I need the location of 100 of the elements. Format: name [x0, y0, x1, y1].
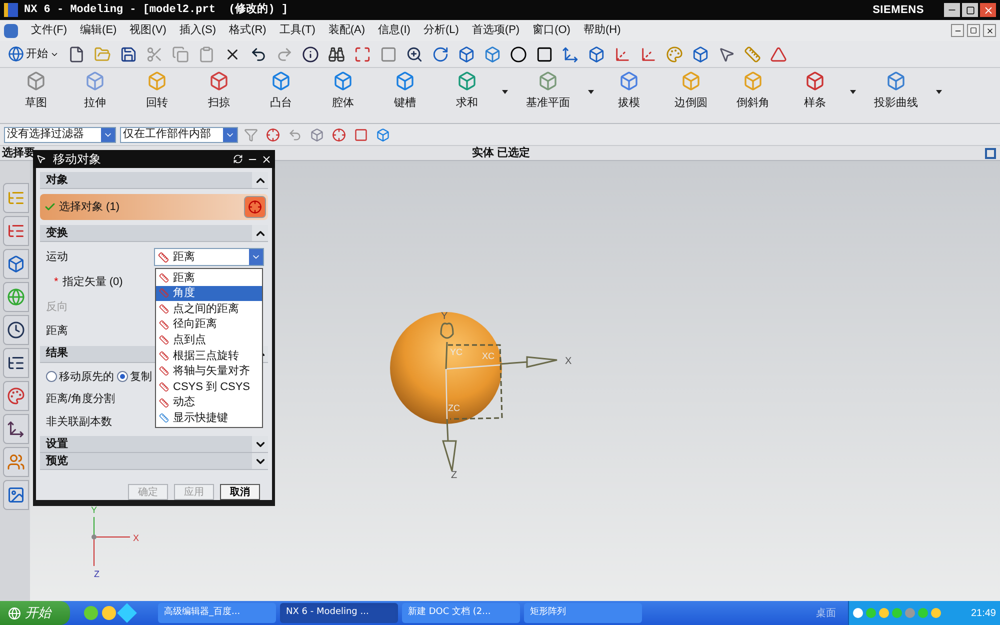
feature-button[interactable]: 投影曲线 [860, 68, 946, 122]
taskbar-task[interactable]: 高级编辑器_百度... [158, 603, 276, 623]
dropdown-option[interactable]: 点之间的距离 [156, 301, 262, 317]
radio-option[interactable]: 复制 [117, 368, 152, 385]
menu-item[interactable]: 首选项(P) [472, 22, 520, 39]
feature-button[interactable]: 拉伸 [64, 68, 126, 122]
expand-icon[interactable] [252, 453, 268, 469]
palette-tab[interactable] [3, 381, 29, 411]
collapse-icon[interactable] [252, 225, 268, 241]
reset-button[interactable] [231, 152, 245, 166]
check-icon [44, 201, 56, 213]
ruler-icon [159, 304, 169, 314]
feature-button[interactable]: 样条 [784, 68, 860, 122]
taskbar-task[interactable]: 矩形阵列 [524, 603, 642, 623]
clock-tab[interactable] [3, 315, 29, 345]
cube-button[interactable] [374, 126, 392, 144]
section-title: 预览 [44, 454, 68, 469]
menu-item[interactable]: 格式(R) [229, 22, 266, 39]
pin-icon[interactable] [35, 154, 47, 164]
section-header[interactable]: 对象 [40, 172, 268, 189]
menu-item[interactable]: 插入(S) [179, 22, 216, 39]
motion-dropdown[interactable]: 距离 [154, 248, 264, 266]
menu-item[interactable]: 文件(F) [31, 22, 68, 39]
crosshair-icon [248, 200, 262, 214]
doc-restore-button[interactable] [967, 24, 980, 37]
feature-button[interactable]: 腔体 [312, 68, 374, 122]
undo-icon [250, 46, 266, 62]
feature-button[interactable]: 边倒圆 [660, 68, 722, 122]
feature-button[interactable]: 回转 [126, 68, 188, 122]
filter-dropdown[interactable]: 没有选择过滤器 [4, 126, 116, 142]
menu-item[interactable]: 帮助(H) [583, 22, 621, 39]
list-tab[interactable] [3, 348, 29, 378]
app-logo-icon [4, 3, 18, 17]
feature-button[interactable]: 扫掠 [188, 68, 250, 122]
view-orient-icon [562, 46, 578, 62]
dialog-button[interactable]: 取消 [220, 484, 260, 500]
triad-drawing [92, 516, 130, 566]
feature-button[interactable]: 草图 [8, 68, 64, 122]
ruler-icon [159, 382, 169, 392]
dropdown-option[interactable]: 径向距离 [156, 316, 262, 332]
cube-icon [395, 71, 415, 91]
taskbar-task[interactable]: 新建 DOC 文档 (2... [402, 603, 520, 623]
taskbar-task[interactable]: NX 6 - Modeling ... [280, 603, 398, 623]
open-folder-icon [94, 46, 110, 62]
dropdown-caret-icon[interactable] [249, 249, 263, 265]
app-menu-icon[interactable] [4, 24, 18, 38]
fit-icon[interactable] [985, 148, 996, 158]
menu-item[interactable]: 工具(T) [279, 22, 316, 39]
window-title: NX 6 - Modeling - [model2.prt (修改的) ] [24, 2, 288, 18]
feature-button[interactable]: 拔模 [598, 68, 660, 122]
cube-icon [805, 71, 825, 91]
collapse-icon[interactable] [252, 172, 268, 188]
feature-button[interactable]: 基准平面 [512, 68, 598, 122]
section-header[interactable]: 设置 [40, 436, 268, 453]
feature-button[interactable]: 倒斜角 [722, 68, 784, 122]
start-button[interactable]: 开始 [0, 601, 70, 625]
dropdown-caret-icon[interactable] [223, 128, 237, 142]
brand-label: SIEMENS [872, 2, 924, 18]
cube-icon [209, 71, 229, 91]
menu-item[interactable]: 视图(V) [130, 22, 166, 39]
binoculars-icon [328, 46, 344, 62]
snap-point-button[interactable] [264, 126, 282, 144]
target-button[interactable] [330, 126, 348, 144]
start-button[interactable]: 开始 [6, 43, 61, 65]
dropdown-option[interactable]: 将轴与矢量对齐 [156, 364, 262, 380]
dropdown-option[interactable]: 角度 [156, 286, 262, 302]
restore-button[interactable] [962, 3, 978, 17]
menu-item[interactable]: 窗口(O) [532, 22, 570, 39]
axis-label: Z [451, 470, 458, 481]
select-object-row[interactable]: 选择对象 (1) [40, 194, 268, 220]
dropdown-option[interactable]: 根据三点旋转 [156, 348, 262, 364]
dropdown-option[interactable]: 距离 [156, 270, 262, 286]
dropdown-option[interactable]: 动态 [156, 394, 262, 410]
section-header[interactable]: 变换 [40, 225, 268, 242]
field-label: 反向 [46, 300, 68, 314]
dropdown-caret-icon[interactable] [101, 128, 115, 142]
dropdown-arrow-icon [502, 90, 508, 94]
dropdown-option[interactable]: CSYS 到 CSYS [156, 379, 262, 395]
minimize-button[interactable] [944, 3, 960, 17]
section-header[interactable]: 预览 [40, 453, 268, 470]
menu-item[interactable]: 编辑(E) [80, 22, 117, 39]
dropdown-option[interactable]: 显示快捷键 [156, 410, 262, 426]
doc-minimize-button[interactable] [951, 24, 964, 37]
assembly-tree-tab[interactable] [3, 216, 29, 246]
feature-button[interactable]: 凸台 [250, 68, 312, 122]
cube-icon [681, 71, 701, 91]
menu-item[interactable]: 分析(L) [423, 22, 459, 39]
dropdown-option[interactable]: 点到点 [156, 332, 262, 348]
feature-button[interactable]: 键槽 [374, 68, 436, 122]
expand-icon[interactable] [252, 436, 268, 452]
feature-button[interactable]: 求和 [436, 68, 512, 122]
pointer-icon [718, 46, 734, 62]
image-tab[interactable] [3, 480, 29, 510]
menu-item[interactable]: 装配(A) [328, 22, 366, 39]
doc-close-button[interactable] [983, 24, 996, 37]
menu-item[interactable]: 信息(I) [378, 22, 410, 39]
crosshair-button[interactable] [244, 196, 266, 218]
scope-dropdown[interactable]: 仅在工作部件内部 [120, 126, 238, 142]
csys-label: ZC [448, 403, 460, 413]
radio-option[interactable]: 移动原先的 [46, 368, 114, 385]
